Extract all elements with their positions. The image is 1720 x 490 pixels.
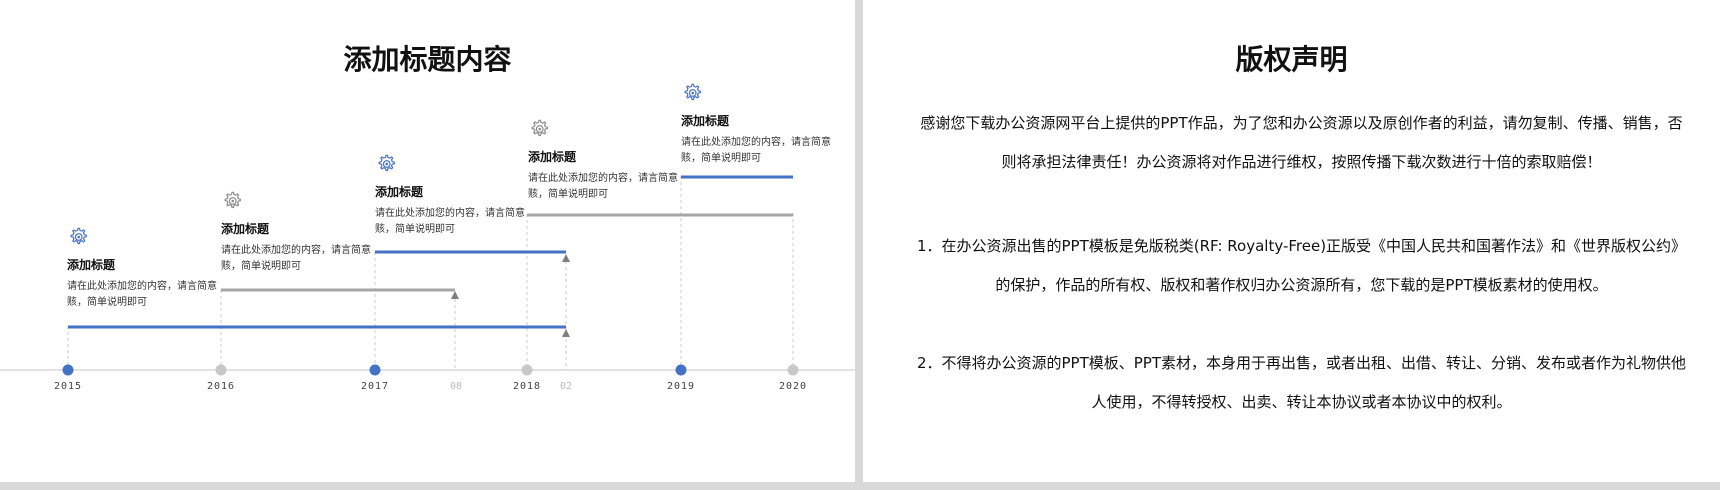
gear-icon xyxy=(67,226,89,248)
card-body: 请在此处添加您的内容，请言简意赅，简单说明即可 xyxy=(221,245,371,272)
year-label: 2018 xyxy=(512,381,542,392)
slide-title: 版权声明 xyxy=(1235,43,1348,76)
arrow-marker xyxy=(451,291,459,299)
card-title: 添加标题 xyxy=(528,150,577,164)
copyright-slide: 版权声明 感谢您下载办公资源网平台上提供的PPT作品，为了您和办公资源以及原创作… xyxy=(863,0,1720,482)
year-dot xyxy=(215,364,227,376)
copyright-item-2: 2．不得将办公资源的PPT模板、PPT素材，本身用于再出售，或者出租、出借、转让… xyxy=(916,354,1687,411)
timeline-card: 添加标题 请在此处添加您的内容，请言简意赅，简单说明即可 xyxy=(681,82,831,167)
year-label: 2016 xyxy=(206,381,236,392)
year-dot xyxy=(369,364,381,376)
copyright-item-1: 1．在办公资源出售的PPT模板是免版税类(RF: Royalty-Free)正版… xyxy=(916,237,1687,294)
year-label: 2020 xyxy=(778,381,808,392)
gear-icon xyxy=(375,153,397,175)
card-body: 请在此处添加您的内容，请言简意赅，简单说明即可 xyxy=(67,281,217,308)
year-label: 2015 xyxy=(53,381,83,392)
card-body: 请在此处添加您的内容，请言简意赅，简单说明即可 xyxy=(528,173,678,200)
year-label: 2019 xyxy=(666,381,696,392)
card-title: 添加标题 xyxy=(67,258,116,272)
year-dot xyxy=(675,364,687,376)
year-dot xyxy=(62,364,74,376)
timeline-card: 添加标题 请在此处添加您的内容，请言简意赅，简单说明即可 xyxy=(67,226,217,311)
timeline-card: 添加标题 请在此处添加您的内容，请言简意赅，简单说明即可 xyxy=(375,153,525,238)
card-body: 请在此处添加您的内容，请言简意赅，简单说明即可 xyxy=(681,137,831,164)
gear-icon xyxy=(221,190,243,212)
gear-icon xyxy=(528,118,550,140)
card-body: 请在此处添加您的内容，请言简意赅，简单说明即可 xyxy=(375,208,525,235)
month-label: 08 xyxy=(449,381,463,392)
year-dot xyxy=(787,364,799,376)
card-title: 添加标题 xyxy=(221,222,270,236)
month-label: 02 xyxy=(559,381,573,392)
year-dot xyxy=(521,364,533,376)
gear-icon xyxy=(681,82,703,104)
timeline-card: 添加标题 请在此处添加您的内容，请言简意赅，简单说明即可 xyxy=(528,118,678,203)
card-title: 添加标题 xyxy=(681,114,730,128)
card-title: 添加标题 xyxy=(375,185,424,199)
arrow-marker xyxy=(562,329,570,337)
year-label: 2017 xyxy=(360,381,390,392)
timeline-card: 添加标题 请在此处添加您的内容，请言简意赅，简单说明即可 xyxy=(221,190,371,275)
copyright-intro: 感谢您下载办公资源网平台上提供的PPT作品，为了您和办公资源以及原创作者的利益，… xyxy=(920,114,1683,171)
arrow-marker xyxy=(562,254,570,262)
timeline-slide: 添加标题内容 添加标题 请在此处添加您的内容，请言简意赅，简单说明即可 添加标题… xyxy=(0,0,855,482)
